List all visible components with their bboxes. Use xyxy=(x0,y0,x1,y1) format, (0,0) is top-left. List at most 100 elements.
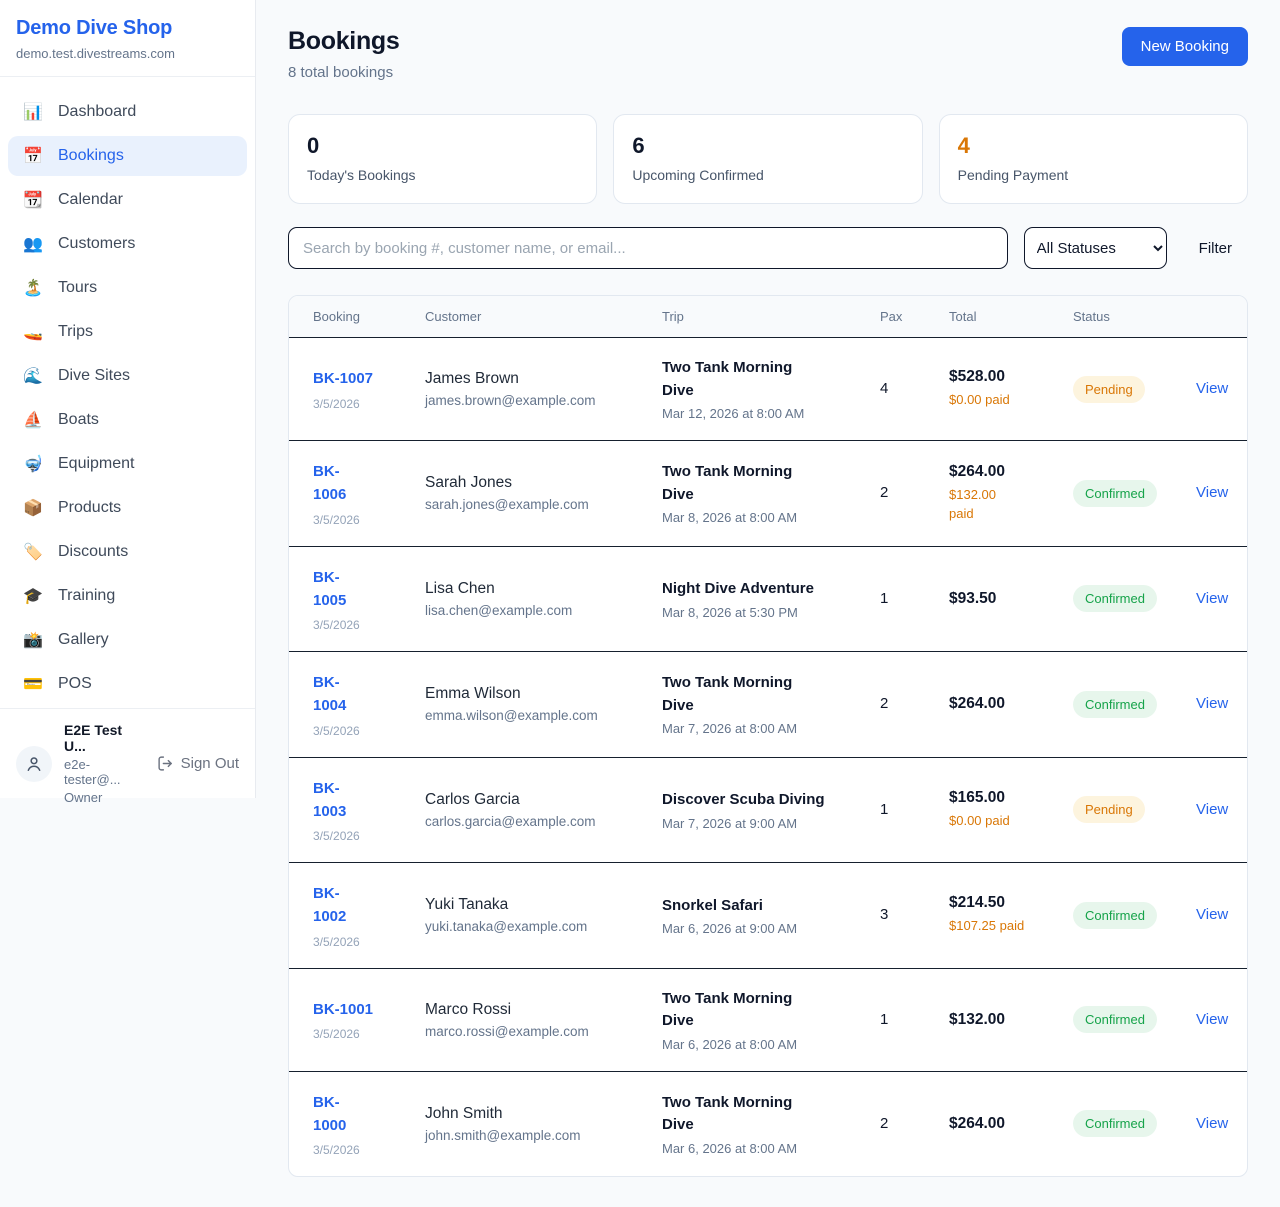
column-header-view xyxy=(1196,296,1247,338)
customer-email: sarah.jones@example.com xyxy=(425,497,650,512)
customer-cell: John Smithjohn.smith@example.com xyxy=(425,1071,662,1176)
sidebar-item-gallery[interactable]: 📸Gallery xyxy=(8,620,247,660)
sidebar-item-customers[interactable]: 👥Customers xyxy=(8,224,247,264)
pax-value: 1 xyxy=(880,590,888,607)
logout-icon xyxy=(157,755,174,772)
label-icon: 🏷️ xyxy=(23,542,43,562)
trip-cell: Discover Scuba DivingMar 7, 2026 at 9:00… xyxy=(662,757,880,863)
booking-id-link[interactable]: BK-1005 xyxy=(313,566,361,613)
pax-cell: 4 xyxy=(880,338,949,441)
sidebar-item-label: Equipment xyxy=(58,455,135,473)
sidebar-item-trips[interactable]: 🚤 Trips xyxy=(8,312,247,352)
search-input[interactable] xyxy=(288,227,1008,269)
sidebar-item-bookings[interactable]: 📅Bookings xyxy=(8,136,247,176)
view-cell: View xyxy=(1196,338,1247,441)
sidebar-item-calendar[interactable]: 📆Calendar xyxy=(8,180,247,220)
sidebar-item-discounts[interactable]: 🏷️Discounts xyxy=(8,532,247,572)
total-amount: $93.50 xyxy=(949,590,1061,608)
view-link[interactable]: View xyxy=(1196,380,1228,397)
sidebar-item-equipment[interactable]: 🤿Equipment xyxy=(8,444,247,484)
sidebar-item-tours[interactable]: 🏝️Tours xyxy=(8,268,247,308)
view-link[interactable]: View xyxy=(1196,1011,1228,1028)
sign-out-label: Sign Out xyxy=(181,755,239,772)
booking-id-link[interactable]: BK-1003 xyxy=(313,777,361,824)
sidebar-item-label: Trips xyxy=(58,323,93,341)
customer-cell: Sarah Jonessarah.jones@example.com xyxy=(425,441,662,547)
view-link[interactable]: View xyxy=(1196,906,1228,923)
sign-out-button[interactable]: Sign Out xyxy=(157,755,239,772)
booking-id-link[interactable]: BK-1006 xyxy=(313,460,361,507)
customer-email: john.smith@example.com xyxy=(425,1128,650,1143)
booking-id-link[interactable]: BK-1004 xyxy=(313,671,361,718)
filter-row: All Statuses Filter xyxy=(288,227,1248,269)
stat-card-upcoming-confirmed: 6Upcoming Confirmed xyxy=(613,114,922,204)
pax-value: 2 xyxy=(880,695,888,712)
booking-id-link[interactable]: BK-1002 xyxy=(313,882,361,929)
view-link[interactable]: View xyxy=(1196,1115,1228,1132)
status-badge: Confirmed xyxy=(1073,1110,1157,1137)
status-cell: Pending xyxy=(1073,338,1196,441)
paid-amount: $0.00 paid xyxy=(949,391,1061,410)
view-link[interactable]: View xyxy=(1196,801,1228,818)
trip-datetime: Mar 8, 2026 at 8:00 AM xyxy=(662,510,868,525)
sidebar-item-label: Dive Sites xyxy=(58,367,130,385)
pax-value: 2 xyxy=(880,1115,888,1132)
booking-id-link[interactable]: BK-1000 xyxy=(313,1091,361,1138)
view-cell: View xyxy=(1196,757,1247,863)
booking-id-link[interactable]: BK-1001 xyxy=(313,998,373,1021)
page-header-text: Bookings 8 total bookings xyxy=(288,27,400,81)
table-row: BK-10053/5/2026Lisa Chenlisa.chen@exampl… xyxy=(289,546,1247,652)
wave-icon: 🌊 xyxy=(23,366,43,386)
trip-cell: Snorkel SafariMar 6, 2026 at 9:00 AM xyxy=(662,863,880,969)
camera-icon: 📸 xyxy=(23,630,43,650)
sidebar-item-boats[interactable]: ⛵Boats xyxy=(8,400,247,440)
user-email: e2e-tester@... xyxy=(64,757,145,787)
filter-button[interactable]: Filter xyxy=(1183,240,1248,257)
sidebar-item-label: Training xyxy=(58,587,115,605)
status-select[interactable]: All Statuses xyxy=(1024,227,1167,269)
bar-chart-icon: 📊 xyxy=(23,102,43,122)
trip-cell: Night Dive AdventureMar 8, 2026 at 5:30 … xyxy=(662,546,880,652)
trip-datetime: Mar 7, 2026 at 8:00 AM xyxy=(662,721,868,736)
total-cell: $165.00$0.00 paid xyxy=(949,757,1073,863)
column-header-trip: Trip xyxy=(662,296,880,338)
trip-cell: Two Tank Morning DiveMar 12, 2026 at 8:0… xyxy=(662,338,880,441)
total-amount: $264.00 xyxy=(949,463,1061,481)
page-header: Bookings 8 total bookings New Booking xyxy=(288,27,1248,81)
total-cell: $264.00 xyxy=(949,1071,1073,1176)
stat-label: Today's Bookings xyxy=(307,167,578,183)
booking-date: 3/5/2026 xyxy=(313,724,413,738)
sidebar-item-label: Calendar xyxy=(58,191,123,209)
view-cell: View xyxy=(1196,863,1247,969)
page-title: Bookings xyxy=(288,27,400,56)
status-badge: Confirmed xyxy=(1073,585,1157,612)
table-row: BK-10043/5/2026Emma Wilsonemma.wilson@ex… xyxy=(289,652,1247,758)
speedboat-icon: 🚤 xyxy=(23,322,43,342)
sidebar-item-dive-sites[interactable]: 🌊 Dive Sites xyxy=(8,356,247,396)
sidebar-item-products[interactable]: 📦Products xyxy=(8,488,247,528)
booking-cell: BK-10023/5/2026 xyxy=(289,863,425,969)
booking-date: 3/5/2026 xyxy=(313,513,413,527)
pax-value: 1 xyxy=(880,1011,888,1028)
sidebar-item-label: Dashboard xyxy=(58,103,136,121)
new-booking-button[interactable]: New Booking xyxy=(1122,27,1248,66)
sidebar-item-label: Tours xyxy=(58,279,97,297)
customer-email: lisa.chen@example.com xyxy=(425,603,650,618)
sidebar-item-pos[interactable]: 💳POS xyxy=(8,664,247,704)
pax-value: 2 xyxy=(880,484,888,501)
table-header-row: BookingCustomerTripPaxTotalStatus xyxy=(289,296,1247,338)
sidebar-item-training[interactable]: 🎓Training xyxy=(8,576,247,616)
sidebar-item-dashboard[interactable]: 📊 Dashboard xyxy=(8,92,247,132)
status-cell: Confirmed xyxy=(1073,441,1196,547)
pax-cell: 3 xyxy=(880,863,949,969)
booking-id-link[interactable]: BK-1007 xyxy=(313,367,373,390)
column-header-customer: Customer xyxy=(425,296,662,338)
view-link[interactable]: View xyxy=(1196,695,1228,712)
booking-cell: BK-1004 3/5/2026 xyxy=(289,652,425,758)
view-link[interactable]: View xyxy=(1196,484,1228,501)
status-cell: Confirmed xyxy=(1073,1071,1196,1176)
view-link[interactable]: View xyxy=(1196,590,1228,607)
stat-value: 0 xyxy=(307,133,578,159)
user-name: E2E Test U... xyxy=(64,722,145,754)
package-icon: 📦 xyxy=(23,498,43,518)
